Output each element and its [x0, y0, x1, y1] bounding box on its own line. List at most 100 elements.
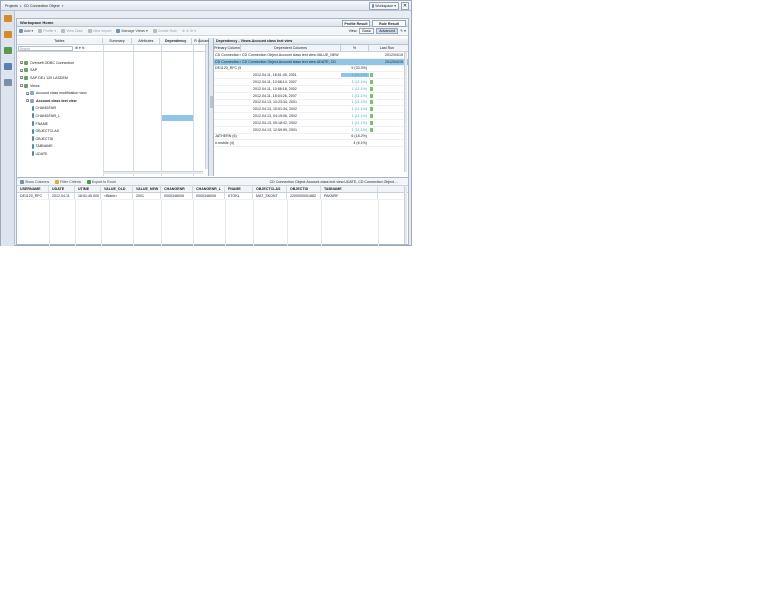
list-item[interactable]: 2012.04.11, 18:04:26, 2007 1 (11.1%) [214, 93, 408, 100]
percent-bar [370, 86, 373, 91]
summary-column-header[interactable]: Summary [103, 38, 133, 44]
list-item[interactable]: DE1120_RFC (9) 9 (33.3%) [214, 66, 408, 73]
preview-vertical-scrollbar[interactable] [404, 186, 407, 244]
primary-column-header[interactable]: Primary Column [214, 45, 241, 51]
filter-criteria-button[interactable]: Filter Criteria [55, 179, 81, 184]
export-excel-button[interactable]: Export to Excel [86, 179, 116, 184]
preview-column-header[interactable]: TABNAME [321, 186, 378, 192]
tree-item-label: Account class modification view [36, 91, 87, 96]
preview-column-header[interactable]: UDATE [49, 186, 75, 192]
dependency-vertical-scrollbar[interactable] [404, 52, 407, 172]
dependent-columns-header[interactable]: Dependent Columns [241, 45, 341, 51]
tree-item[interactable]: TABNAME [17, 143, 103, 151]
tree-item[interactable]: CHANGENR_L [17, 112, 103, 120]
list-item[interactable]: 2012.04.13, 05:18:42, 2002 1 (11.1%) [214, 120, 408, 127]
expand-icon[interactable]: + [26, 91, 29, 95]
dependency-cell-c2: 2012.04.11, 18:04:26, 2007 [253, 93, 297, 98]
splitter-grip-icon[interactable] [210, 96, 213, 108]
list-item[interactable]: 2012.04.13, 10:51:34, 2002 1 (11.1%) [214, 106, 408, 114]
view-import-button[interactable]: View Import [87, 29, 111, 33]
rail-folder-icon[interactable] [4, 31, 12, 38]
rail-settings-icon[interactable] [4, 79, 12, 86]
grid-divider [378, 200, 379, 246]
rule-result-tab[interactable]: Rule Result [372, 20, 406, 27]
expand-icon[interactable]: + [20, 76, 23, 80]
show-columns-button[interactable]: Show Columns [20, 179, 49, 184]
basic-view-button[interactable]: Basic [359, 28, 375, 34]
preview-column-header[interactable]: CHANGENR_L [193, 186, 225, 192]
table-icon [30, 98, 34, 103]
tables-horizontal-scrollbar[interactable] [103, 171, 203, 174]
preview-column-header[interactable]: UTIME [75, 186, 101, 192]
list-item[interactable]: JATHERN (6) 6 (18.2%) [214, 134, 408, 141]
tree-item[interactable]: + Overseft ODBC Connection [17, 59, 103, 67]
dependency-title: Dependency - Views.Account class text vi… [214, 38, 408, 45]
tree-item-label: Overseft ODBC Connection [30, 60, 75, 65]
breadcrumb-item[interactable]: CD Connection Object [24, 4, 60, 8]
list-item[interactable]: 2012.04.11, 10:58:18, 2002 1 (11.1%) [214, 86, 408, 93]
expand-icon[interactable]: − [20, 84, 23, 88]
tree-item[interactable]: UDATE [17, 150, 103, 158]
preview-column-header[interactable]: VALUE_NEW [133, 186, 161, 192]
grid-divider [133, 45, 134, 176]
preview-column-header[interactable]: USERNAME [17, 186, 49, 192]
profile-button[interactable]: Profile ▾ [38, 29, 56, 33]
attributes-column-header[interactable]: Attributes [132, 38, 161, 44]
tree-item[interactable]: FNAME [17, 120, 103, 128]
preview-column-header[interactable]: OBJECTCLAS [253, 186, 287, 192]
rail-rules-icon[interactable] [4, 47, 12, 54]
tree-item[interactable]: + Account class modification view [17, 89, 103, 97]
list-item[interactable]: CD Connection Object.AccountCD Connectio… [214, 58, 408, 66]
list-item[interactable]: CD Connection Object.AccountCD Connectio… [214, 52, 408, 59]
preview-column-header[interactable]: VALUE_OLD [101, 186, 133, 192]
dependency-cell-c2: 2012.04.11, 10:58:14, 2007 [253, 80, 297, 85]
table-row[interactable]: DE1120_RFC 2012.04.11 18:51:45.000 <Blank> 2… [17, 193, 408, 200]
manage-views-button[interactable]: Manage Views ▾ [116, 29, 148, 33]
toolbar-extra-icon[interactable]: ⊕ ⊘ ⚙ ▾ [182, 29, 196, 33]
workspace-button[interactable]: Workspace ▾ [369, 2, 399, 10]
dependency-column-header[interactable]: Dependency [160, 38, 193, 44]
tables-column-header[interactable]: Tables [17, 38, 103, 44]
expand-icon[interactable]: + [20, 68, 23, 72]
tree-item[interactable]: + SAP [17, 67, 103, 75]
preview-column-header[interactable]: CHANGENR [161, 186, 193, 192]
list-item[interactable]: 2012.04.11, 18:51:45, 2001 1 (11.1%) [214, 72, 408, 80]
close-icon[interactable]: ✕ [401, 2, 409, 10]
advanced-view-button[interactable]: Advanced [376, 28, 399, 34]
tree-item[interactable]: − Views [17, 82, 103, 90]
rail-projects-icon[interactable] [4, 15, 12, 22]
tree-item[interactable]: OBJECTID [17, 135, 103, 143]
tree-item[interactable]: − Account class text view [17, 97, 103, 105]
search-input[interactable]: Search [18, 45, 73, 51]
percent-header[interactable]: % [341, 45, 369, 51]
preview-column-header[interactable]: OBJECTID [287, 186, 321, 192]
list-item[interactable]: 2012.04.13, 04:15:06, 2002 1 (11.1%) [214, 113, 408, 120]
tree-item[interactable]: CHANGENR [17, 105, 103, 113]
view-data-button[interactable]: View Data [61, 29, 83, 33]
list-item[interactable]: 2012.04.13, 12:59:59, 2001 1 (11.1%) [214, 127, 408, 134]
list-item[interactable]: n.mobile (4) 4 (6.1%) [214, 140, 408, 148]
add-button[interactable]: Add ▾ [19, 29, 33, 33]
list-item[interactable]: 2012.04.11, 10:58:14, 2007 1 (11.1%) [214, 79, 408, 86]
advanced-column-header[interactable]: Advanc [198, 38, 210, 44]
chevron-down-icon[interactable]: ▾ [62, 4, 64, 8]
preview-column-header[interactable]: FNAME [225, 186, 253, 192]
create-rule-button[interactable]: Create Rule [152, 29, 177, 33]
tree-item[interactable]: + SAP DE1 120 LASDEM [17, 74, 103, 82]
profile-result-tab[interactable]: Profile Result [342, 20, 370, 27]
column-icon [32, 105, 34, 111]
breadcrumb-root[interactable]: Projects [5, 4, 18, 8]
dependency-cell-c3: 1 (11.1%) [351, 100, 367, 105]
tree-item[interactable]: OBJECTCLAS [17, 127, 103, 135]
percent-bar [370, 114, 373, 119]
search-options-icon[interactable]: ⊕ ▾ ⊖ [75, 46, 85, 50]
list-item[interactable]: 2012.04.13, 10:23:34, 2001 1 (11.1%) [214, 100, 408, 107]
expand-icon[interactable]: + [20, 61, 23, 65]
expand-icon[interactable]: − [26, 99, 29, 103]
last-run-header[interactable]: Last Run [369, 45, 405, 51]
manage-views-icon [116, 29, 121, 33]
rail-reports-icon[interactable] [4, 63, 12, 70]
tables-vertical-scrollbar[interactable] [205, 45, 208, 169]
selected-dependency-cell[interactable] [162, 115, 193, 121]
help-icon[interactable]: ✎ ▾ [400, 29, 406, 33]
